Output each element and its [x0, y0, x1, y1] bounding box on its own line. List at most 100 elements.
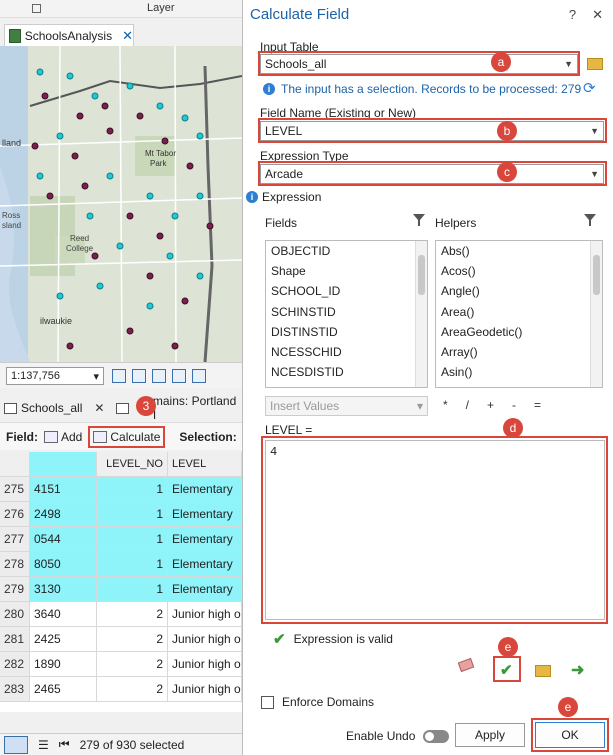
- cell-level[interactable]: Junior high o: [168, 602, 242, 626]
- school-point[interactable]: [81, 182, 89, 190]
- row-number[interactable]: 283: [0, 677, 30, 701]
- verify-expression-icon[interactable]: ✔: [500, 661, 513, 679]
- school-point[interactable]: [116, 242, 124, 250]
- row-number[interactable]: 277: [0, 527, 30, 551]
- cell-level[interactable]: Elementary: [168, 577, 242, 601]
- filter-icon[interactable]: [584, 214, 596, 226]
- school-point[interactable]: [181, 297, 189, 305]
- table-row[interactable]: 283 2465 2 Junior high o: [0, 677, 242, 702]
- cell-code[interactable]: 3130: [30, 577, 97, 601]
- tab-domains[interactable]: mains: Portland I: [116, 394, 242, 422]
- school-point[interactable]: [136, 112, 144, 120]
- helper-list-item[interactable]: Acos(): [436, 261, 602, 281]
- school-point[interactable]: [36, 172, 44, 180]
- school-point[interactable]: [91, 92, 99, 100]
- school-point[interactable]: [106, 172, 114, 180]
- school-point[interactable]: [66, 342, 74, 350]
- fields-scrollbar[interactable]: [415, 241, 427, 387]
- dialog-launcher-icon[interactable]: [32, 4, 41, 13]
- field-list-item[interactable]: NCESDISTID: [266, 362, 427, 382]
- column-header-level[interactable]: LEVEL: [168, 452, 242, 476]
- column-header[interactable]: [0, 452, 30, 476]
- table-row[interactable]: 280 3640 2 Junior high o: [0, 602, 242, 627]
- school-point[interactable]: [46, 192, 54, 200]
- eraser-icon[interactable]: [457, 657, 475, 673]
- row-number[interactable]: 281: [0, 627, 30, 651]
- helper-list-item[interactable]: Abs(): [436, 241, 602, 261]
- cell-level-no[interactable]: 2: [97, 602, 168, 626]
- school-point[interactable]: [206, 222, 214, 230]
- school-point[interactable]: [196, 272, 204, 280]
- cell-code[interactable]: 0544: [30, 527, 97, 551]
- cell-code[interactable]: 2465: [30, 677, 97, 701]
- table-row[interactable]: 281 2425 2 Junior high o: [0, 627, 242, 652]
- school-point[interactable]: [101, 102, 109, 110]
- school-point[interactable]: [41, 92, 49, 100]
- help-icon[interactable]: ?: [569, 7, 576, 23]
- apply-button[interactable]: Apply: [455, 723, 525, 747]
- table-row[interactable]: 278 8050 1 Elementary: [0, 552, 242, 577]
- enforce-domains-checkbox[interactable]: [261, 695, 274, 709]
- school-point[interactable]: [56, 132, 64, 140]
- open-expression-icon[interactable]: [535, 665, 551, 677]
- row-number[interactable]: 276: [0, 502, 30, 526]
- school-point[interactable]: [156, 102, 164, 110]
- show-all-icon[interactable]: ☰: [38, 738, 49, 752]
- cell-code[interactable]: 1890: [30, 652, 97, 676]
- operator-button[interactable]: *: [443, 398, 448, 412]
- browse-folder-icon[interactable]: [587, 58, 603, 70]
- school-point[interactable]: [31, 142, 39, 150]
- grid-icon[interactable]: [112, 368, 126, 383]
- school-point[interactable]: [76, 112, 84, 120]
- constraints-icon[interactable]: [172, 368, 186, 383]
- cell-level-no[interactable]: 1: [97, 502, 168, 526]
- school-point[interactable]: [146, 192, 154, 200]
- enforce-domains-option[interactable]: Enforce Domains: [261, 695, 374, 709]
- field-list-item[interactable]: OBJECTID: [266, 241, 427, 261]
- refresh-icon[interactable]: ⟳: [583, 79, 596, 97]
- cell-code[interactable]: 2498: [30, 502, 97, 526]
- school-point[interactable]: [36, 68, 44, 76]
- helpers-scrollbar[interactable]: [590, 241, 602, 387]
- cell-level[interactable]: Junior high o: [168, 627, 242, 651]
- field-list-item[interactable]: SCHOOL_ID: [266, 281, 427, 301]
- field-list-item[interactable]: Shape: [266, 261, 427, 281]
- school-point[interactable]: [126, 212, 134, 220]
- school-point[interactable]: [56, 292, 64, 300]
- helper-list-item[interactable]: Array(): [436, 342, 602, 362]
- row-number[interactable]: 275: [0, 477, 30, 501]
- tab-schools-all[interactable]: Schools_all ✕: [4, 397, 104, 419]
- school-point[interactable]: [156, 232, 164, 240]
- table-row[interactable]: 279 3130 1 Elementary: [0, 577, 242, 602]
- table-row[interactable]: 276 2498 1 Elementary: [0, 502, 242, 527]
- school-point[interactable]: [171, 342, 179, 350]
- school-point[interactable]: [171, 212, 179, 220]
- school-point[interactable]: [196, 132, 204, 140]
- scale-dropdown[interactable]: 1:137,756 ▾: [6, 366, 104, 385]
- helper-list-item[interactable]: AreaGeodetic(): [436, 322, 602, 342]
- table-row[interactable]: 277 0544 1 Elementary: [0, 527, 242, 552]
- school-point[interactable]: [196, 192, 204, 200]
- helper-list-item[interactable]: Atan(): [436, 382, 602, 387]
- school-point[interactable]: [126, 82, 134, 90]
- school-point[interactable]: [181, 114, 189, 122]
- enable-undo-toggle[interactable]: [423, 729, 450, 743]
- close-icon[interactable]: ✕: [122, 28, 133, 44]
- filter-icon[interactable]: [413, 214, 425, 226]
- calculate-button[interactable]: Calculate: [88, 425, 166, 448]
- field-list-item[interactable]: NCESSCHID: [266, 342, 427, 362]
- cell-level-no[interactable]: 1: [97, 577, 168, 601]
- operator-button[interactable]: /: [466, 398, 469, 412]
- school-point[interactable]: [96, 282, 104, 290]
- school-point[interactable]: [86, 212, 94, 220]
- ok-button[interactable]: OK: [535, 722, 605, 748]
- row-number[interactable]: 278: [0, 552, 30, 576]
- snapping-icon[interactable]: [152, 368, 166, 383]
- cell-level[interactable]: Elementary: [168, 477, 242, 501]
- cell-level[interactable]: Elementary: [168, 552, 242, 576]
- show-selected-icon[interactable]: [4, 735, 28, 754]
- helper-list-item[interactable]: Asin(): [436, 362, 602, 382]
- helper-list-item[interactable]: Angle(): [436, 281, 602, 301]
- field-list-item[interactable]: DISTINSTID: [266, 322, 427, 342]
- cell-level[interactable]: Junior high o: [168, 677, 242, 701]
